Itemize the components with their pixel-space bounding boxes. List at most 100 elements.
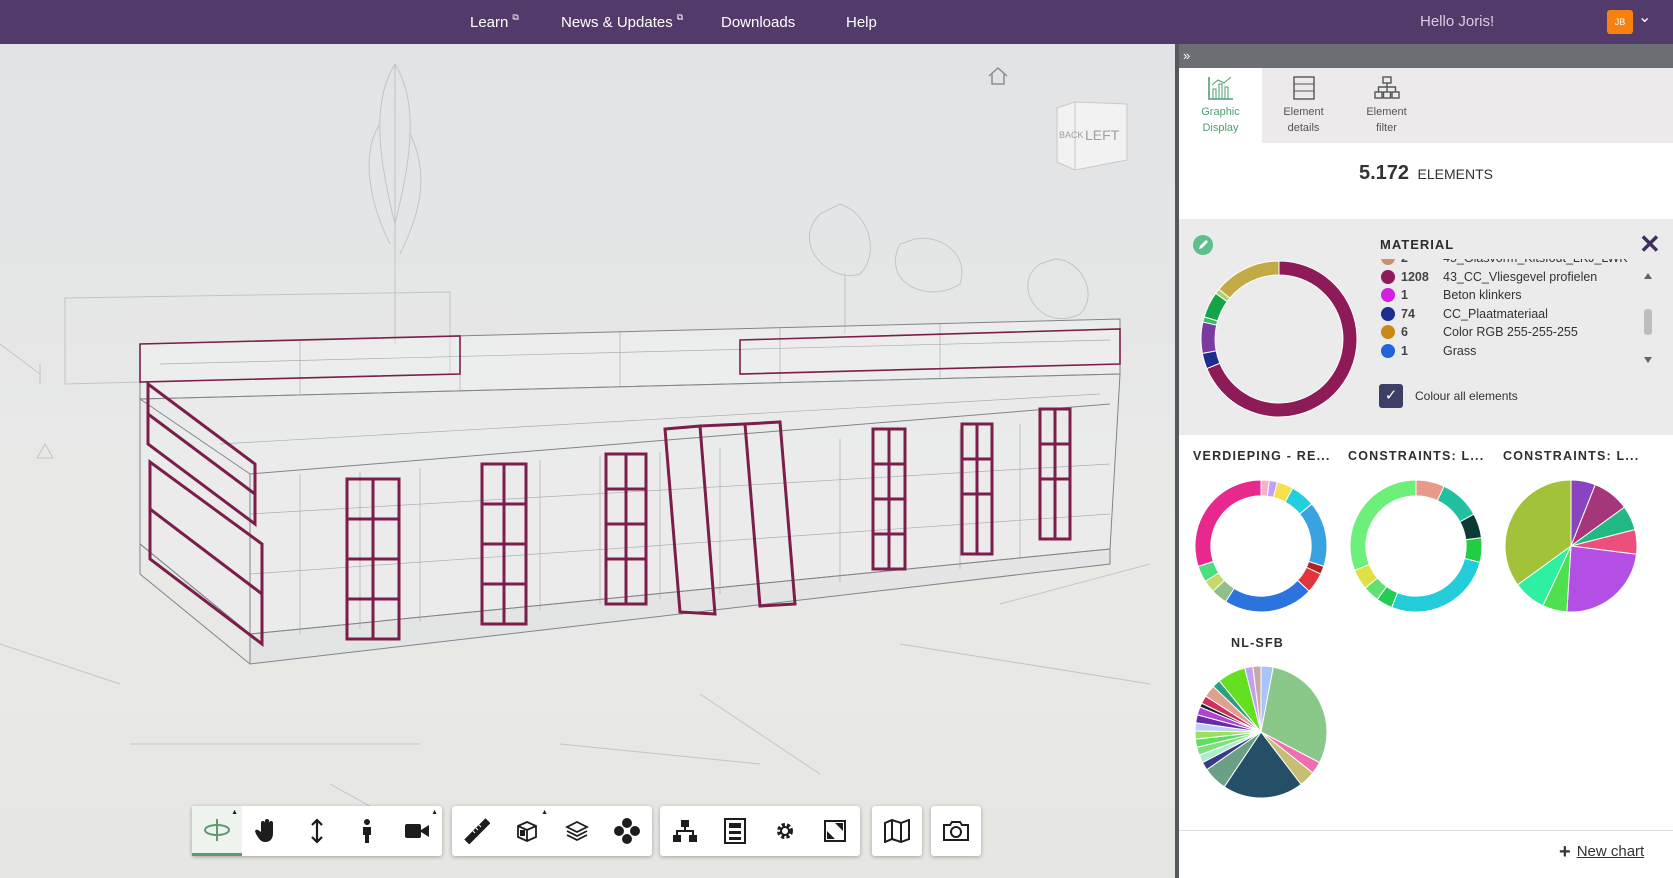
tab-element-details[interactable]: Element details — [1262, 68, 1345, 143]
pie-slice[interactable] — [1349, 479, 1417, 571]
legend-item[interactable]: 74 CC_Plaatmateriaal — [1379, 304, 1548, 324]
pie-slice[interactable] — [1218, 260, 1280, 299]
model-browser-button[interactable] — [660, 806, 710, 856]
submenu-indicator-icon: ▲ — [231, 809, 238, 816]
legend-count: 2 — [1401, 259, 1441, 265]
nav-help-label: Help — [846, 13, 877, 31]
chevron-down-icon[interactable]: ⌄ — [1638, 7, 1651, 27]
greeting-text: Hello Joris! — [1420, 13, 1495, 30]
pie-slice[interactable] — [1298, 503, 1328, 568]
nl-sfb-pie-chart[interactable] — [1193, 664, 1329, 800]
chart-title: VERDIEPING - RE... — [1193, 449, 1331, 463]
colour-all-elements-toggle[interactable]: ✓ Colour all elements — [1379, 384, 1518, 408]
top-nav-bar: Learn ⧉ News & Updates ⧉ Downloads Help He… — [0, 0, 1673, 44]
legend-label: Grass — [1443, 343, 1477, 358]
pie-slice[interactable] — [1194, 479, 1262, 568]
legend-count: 1 — [1401, 343, 1408, 358]
legend-item[interactable]: 6 Color RGB 255-255-255 — [1379, 322, 1578, 342]
svg-text:BACK: BACK — [1059, 130, 1084, 140]
nav-news-label: News & Updates — [561, 13, 673, 31]
chart-title: CONSTRAINTS: L... — [1348, 449, 1485, 463]
first-person-tool-button[interactable] — [342, 806, 392, 856]
section-tool-button[interactable]: ▲ — [502, 806, 552, 856]
chart-title: NL-SFB — [1231, 636, 1285, 650]
legend-label: Beton klinkers — [1443, 288, 1522, 302]
fullscreen-icon — [824, 820, 846, 842]
collapse-panel-button[interactable]: » — [1179, 44, 1673, 68]
legend-item[interactable]: 1 Grass — [1379, 341, 1476, 361]
section-box-icon — [517, 821, 537, 842]
external-link-icon: ⧉ — [676, 11, 684, 22]
nav-downloads-label: Downloads — [721, 13, 796, 31]
properties-button[interactable] — [710, 806, 760, 856]
pan-tool-button[interactable] — [242, 806, 292, 856]
pie-slice[interactable] — [1391, 557, 1481, 613]
constraints-pie-chart[interactable] — [1503, 478, 1639, 614]
legend-item[interactable]: 1 Beton klinkers — [1379, 285, 1522, 305]
legend-count: 1208 — [1401, 269, 1429, 284]
legend-count: 6 — [1401, 325, 1408, 339]
nav-news-link[interactable]: News & Updates ⧉ — [561, 0, 683, 44]
double-chevron-right-icon[interactable]: » — [1183, 48, 1190, 63]
verdieping-donut-chart[interactable] — [1193, 478, 1329, 614]
material-chart-card: MATERIAL ✕ 245_Glasvorm_Kitsfout_LKJ_LWK… — [1179, 219, 1673, 435]
person-icon — [363, 819, 371, 843]
pie-slice[interactable] — [1224, 579, 1310, 613]
nav-downloads-link[interactable]: Downloads — [721, 0, 795, 44]
legend-color-swatch — [1381, 259, 1395, 265]
legend-label: Color RGB 255-255-255 — [1443, 325, 1578, 339]
zoom-tool-button[interactable] — [292, 806, 342, 856]
pie-slice[interactable] — [1566, 545, 1638, 613]
layers-icon — [565, 820, 589, 842]
nav-learn-link[interactable]: Learn ⧉ — [470, 0, 519, 44]
side-panel: » Graphic Display Element details Elemen… — [1175, 44, 1673, 878]
nav-learn-label: Learn — [470, 13, 509, 31]
legend-item[interactable]: 1208 43_CC_Vliesgevel profielen — [1379, 267, 1597, 287]
orbit-tool-button[interactable]: ▲ — [192, 806, 242, 856]
pie-slice[interactable] — [1436, 485, 1475, 523]
checkbox[interactable]: ✓ — [1379, 384, 1403, 408]
colour-all-label: Colour all elements — [1415, 389, 1518, 403]
bar-chart-icon — [1207, 76, 1233, 100]
camera-tool-button[interactable]: ▲ — [392, 806, 442, 856]
fullscreen-button[interactable] — [810, 806, 860, 856]
edit-icon[interactable] — [1193, 235, 1213, 255]
tab-graphic-display[interactable]: Graphic Display — [1179, 68, 1262, 143]
element-count-value: 5.172 — [1359, 162, 1410, 184]
tab-element-filter[interactable]: Element filter — [1345, 68, 1428, 143]
material-legend: 245_Glasvorm_Kitsfout_LKJ_LWK 1208 43_CC_V… — [1379, 259, 1629, 367]
model-viewer[interactable]: LEFT BACK ▲ ▲ ▲ — [0, 44, 1175, 878]
map-button[interactable] — [872, 806, 922, 856]
legend-label: 45_Glasvorm_Kitsfout_LKJ_LWK — [1443, 259, 1628, 265]
legend-color-swatch — [1381, 343, 1395, 358]
screenshot-button[interactable] — [931, 806, 981, 856]
explode-tool-button[interactable] — [602, 806, 652, 856]
legend-color-swatch — [1381, 306, 1395, 321]
close-icon[interactable]: ✕ — [1639, 229, 1661, 260]
tab-label: Display — [1202, 122, 1239, 134]
svg-text:LEFT: LEFT — [1085, 127, 1120, 143]
legend-label: 43_CC_Vliesgevel profielen — [1443, 269, 1598, 284]
avatar[interactable]: JB — [1607, 10, 1633, 34]
tab-label: details — [1287, 122, 1320, 134]
material-donut-chart[interactable] — [1199, 259, 1359, 419]
gear-icon — [777, 823, 793, 839]
home-icon[interactable] — [987, 66, 1009, 86]
external-link-icon: ⧉ — [512, 11, 519, 22]
new-chart-button[interactable]: + New chart — [1559, 839, 1644, 863]
building-model-wireframe[interactable] — [0, 44, 1175, 878]
legend-color-swatch — [1381, 325, 1395, 339]
legend-scrollbar[interactable] — [1643, 269, 1653, 369]
settings-button[interactable] — [760, 806, 810, 856]
submenu-indicator-icon: ▲ — [431, 809, 438, 816]
measure-tool-button[interactable] — [452, 806, 502, 856]
hierarchy-icon — [1373, 76, 1400, 99]
layers-tool-button[interactable] — [552, 806, 602, 856]
nav-help-link[interactable]: Help — [846, 0, 877, 44]
list-icon — [1292, 76, 1315, 100]
map-icon — [884, 819, 910, 843]
constraints-donut-chart[interactable] — [1348, 478, 1484, 614]
view-cube[interactable]: LEFT BACK — [1055, 100, 1130, 172]
element-count-label: ELEMENTS — [1417, 166, 1493, 182]
pie-slice[interactable] — [1200, 321, 1218, 354]
